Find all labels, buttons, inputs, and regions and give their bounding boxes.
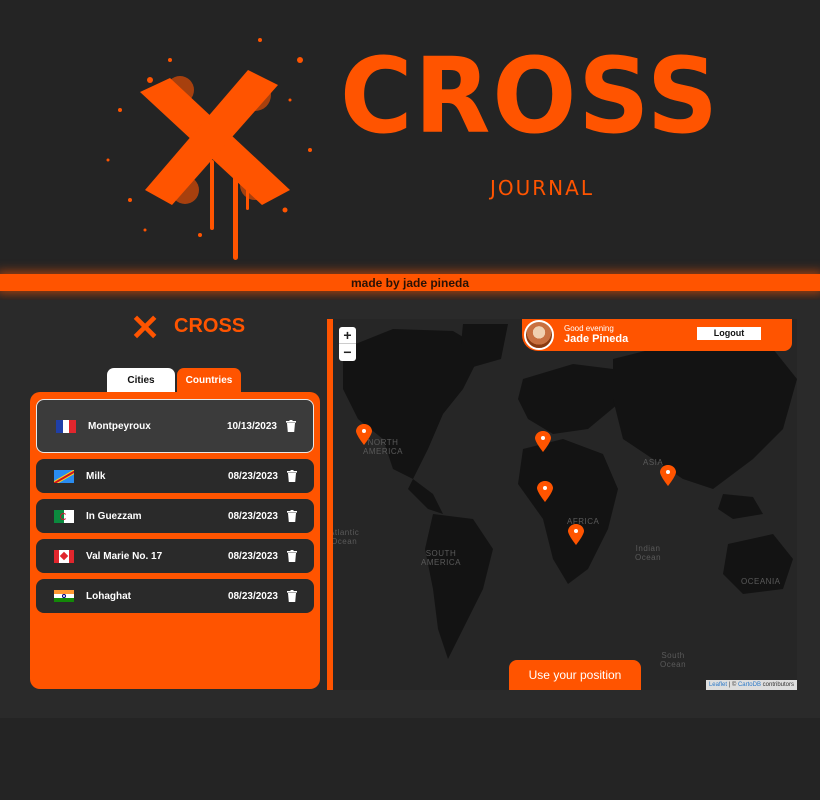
leaflet-link[interactable]: Leaflet bbox=[709, 682, 727, 688]
city-name: In Guezzam bbox=[86, 510, 142, 522]
attribution-separator: | © bbox=[726, 682, 738, 688]
zoom-out-button[interactable]: − bbox=[339, 344, 356, 361]
world-map[interactable]: + − NORTH AMERICA ASIA AFRICA SOUTH AMER… bbox=[333, 319, 797, 690]
map-frame: + − NORTH AMERICA ASIA AFRICA SOUTH AMER… bbox=[327, 319, 797, 690]
visit-date: 08/23/2023 bbox=[227, 550, 278, 562]
region-label: Atlantic Ocean bbox=[333, 528, 360, 546]
trash-icon[interactable] bbox=[286, 420, 296, 432]
region-label: ASIA bbox=[643, 458, 664, 467]
dr-congo-flag-icon bbox=[54, 469, 74, 483]
city-name: Lohaghat bbox=[86, 590, 131, 602]
zoom-control: + − bbox=[339, 327, 356, 361]
hero-header: CROSS JOURNAL bbox=[0, 0, 820, 272]
use-position-button[interactable]: Use your position bbox=[509, 660, 641, 690]
hero-subtitle: JOURNAL bbox=[490, 176, 594, 200]
trash-icon[interactable] bbox=[287, 470, 297, 482]
tab-cities[interactable]: Cities bbox=[107, 368, 175, 392]
region-label: AFRICA bbox=[567, 517, 600, 526]
visit-date: 08/23/2023 bbox=[227, 590, 278, 602]
visit-date: 08/23/2023 bbox=[227, 470, 278, 482]
small-x-icon: ✕ bbox=[130, 307, 161, 348]
visit-date: 10/13/2023 bbox=[226, 420, 277, 432]
world-map-landmass bbox=[343, 324, 797, 659]
trash-icon[interactable] bbox=[287, 510, 297, 522]
zoom-in-button[interactable]: + bbox=[339, 327, 356, 344]
canada-flag-icon bbox=[54, 549, 74, 563]
region-label: OCEANIA bbox=[741, 577, 781, 586]
tab-bar: Cities Countries bbox=[107, 368, 241, 392]
visit-date: 08/23/2023 bbox=[227, 510, 278, 522]
region-label: NORTH AMERICA bbox=[363, 438, 403, 456]
credit-text: made by jade pineda bbox=[350, 276, 470, 290]
user-greeting-bar: Good evening Jade Pineda Logout bbox=[522, 319, 792, 351]
avatar bbox=[524, 320, 554, 350]
small-logo-text: CROSS bbox=[174, 315, 246, 337]
france-flag-icon bbox=[56, 419, 76, 433]
list-item[interactable]: Lohaghat 08/23/2023 bbox=[36, 579, 314, 613]
small-logo: ✕ CROSS bbox=[130, 307, 245, 358]
city-name: Montpeyroux bbox=[88, 420, 151, 432]
greeting-text: Good evening bbox=[564, 324, 614, 333]
carto-link[interactable]: CartoDB bbox=[738, 682, 761, 688]
attribution-contributors: contributors bbox=[760, 682, 794, 688]
region-label: South Ocean bbox=[660, 651, 687, 669]
city-list: Montpeyroux 10/13/2023 Milk 08/23/2023 I… bbox=[30, 392, 320, 689]
list-item[interactable]: In Guezzam 08/23/2023 bbox=[36, 499, 314, 533]
logout-button[interactable]: Logout bbox=[697, 327, 761, 340]
algeria-flag-icon bbox=[54, 509, 74, 523]
list-item[interactable]: Val Marie No. 17 08/23/2023 bbox=[36, 539, 314, 573]
tab-countries[interactable]: Countries bbox=[177, 368, 241, 392]
list-item[interactable]: Montpeyroux 10/13/2023 bbox=[36, 399, 314, 453]
city-name: Val Marie No. 17 bbox=[86, 550, 163, 562]
city-name: Milk bbox=[86, 470, 106, 482]
map-attribution: Leaflet | © CartoDB contributors bbox=[705, 680, 797, 690]
india-flag-icon bbox=[54, 589, 74, 603]
list-item[interactable]: Milk 08/23/2023 bbox=[36, 459, 314, 493]
region-label: Indian Ocean bbox=[635, 544, 662, 562]
hero-title: CROSS bbox=[340, 35, 720, 157]
trash-icon[interactable] bbox=[287, 550, 297, 562]
trash-icon[interactable] bbox=[287, 590, 297, 602]
user-name: Jade Pineda bbox=[564, 333, 629, 345]
credit-banner: made by jade pineda bbox=[0, 274, 820, 291]
region-label: SOUTH AMERICA bbox=[421, 549, 461, 567]
